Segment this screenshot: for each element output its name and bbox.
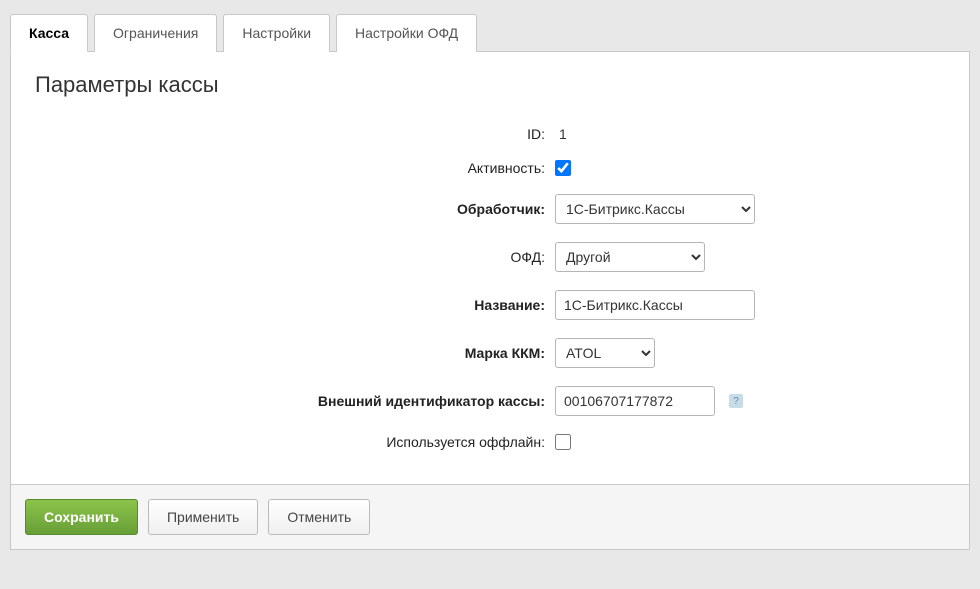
page-title: Параметры кассы (35, 72, 945, 98)
checkbox-offline[interactable] (555, 434, 571, 450)
form-panel: Параметры кассы ID: 1 Активность: Обрабо… (10, 51, 970, 485)
label-ext-id: Внешний идентификатор кассы: (35, 393, 555, 409)
row-id: ID: 1 (35, 126, 945, 142)
select-kkm[interactable]: ATOL (555, 338, 655, 368)
row-ofd: ОФД: Другой (35, 242, 945, 272)
label-offline: Используется оффлайн: (35, 434, 555, 450)
apply-button[interactable]: Применить (148, 499, 258, 535)
save-button[interactable]: Сохранить (25, 499, 138, 535)
tab-restrictions[interactable]: Ограничения (94, 14, 217, 52)
value-id: 1 (555, 126, 567, 142)
row-kkm: Марка ККМ: ATOL (35, 338, 945, 368)
cancel-button[interactable]: Отменить (268, 499, 370, 535)
row-name: Название: (35, 290, 945, 320)
label-active: Активность: (35, 160, 555, 176)
tab-settings[interactable]: Настройки (223, 14, 330, 52)
label-id: ID: (35, 126, 555, 142)
help-icon[interactable]: ? (729, 394, 743, 408)
tab-bar: Касса Ограничения Настройки Настройки ОФ… (0, 0, 980, 52)
label-name: Название: (35, 297, 555, 313)
select-ofd[interactable]: Другой (555, 242, 705, 272)
button-bar: Сохранить Применить Отменить (10, 485, 970, 550)
row-active: Активность: (35, 160, 945, 176)
input-ext-id[interactable] (555, 386, 715, 416)
row-handler: Обработчик: 1С-Битрикс.Кассы (35, 194, 945, 224)
checkbox-active[interactable] (555, 160, 571, 176)
tab-kassa[interactable]: Касса (10, 14, 88, 52)
input-name[interactable] (555, 290, 755, 320)
row-offline: Используется оффлайн: (35, 434, 945, 450)
tab-ofd-settings[interactable]: Настройки ОФД (336, 14, 477, 52)
label-kkm: Марка ККМ: (35, 345, 555, 361)
select-handler[interactable]: 1С-Битрикс.Кассы (555, 194, 755, 224)
label-ofd: ОФД: (35, 249, 555, 265)
label-handler: Обработчик: (35, 201, 555, 217)
row-ext-id: Внешний идентификатор кассы: ? (35, 386, 945, 416)
